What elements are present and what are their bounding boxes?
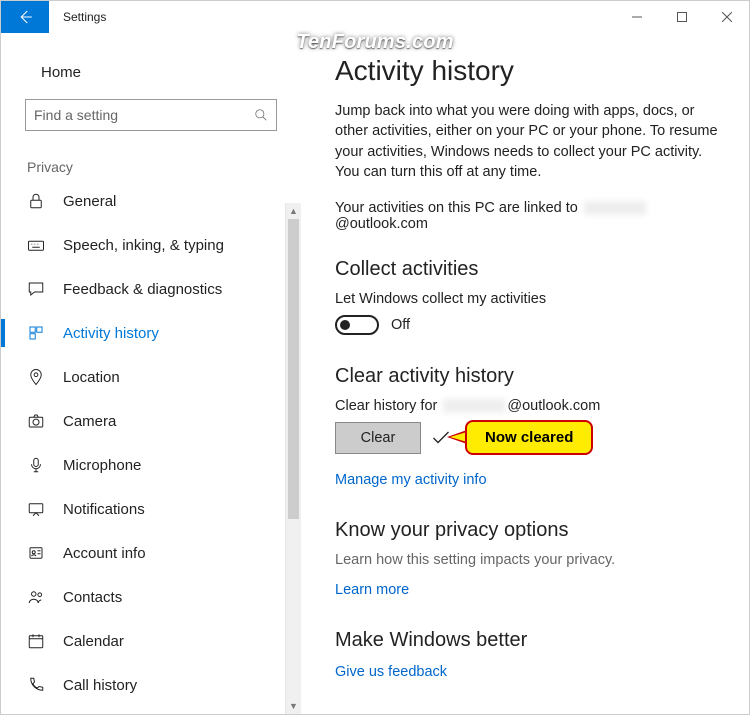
search-input[interactable] — [34, 107, 254, 123]
sidebar-item-notifications[interactable]: Notifications — [21, 487, 301, 531]
notifications-icon — [27, 500, 45, 518]
clear-label: Clear history for @outlook.com — [335, 398, 719, 414]
annotation-text: Now cleared — [465, 420, 593, 455]
phone-icon — [27, 676, 45, 694]
back-button[interactable] — [1, 1, 49, 33]
sidebar-item-call-history[interactable]: Call history — [21, 663, 301, 707]
sidebar: Home Privacy General Speech, inking, & t… — [1, 33, 301, 714]
clear-row: Clear Now cleared — [335, 422, 719, 454]
maximize-button[interactable] — [659, 1, 704, 33]
feedback-icon — [27, 280, 45, 298]
manage-activity-link[interactable]: Manage my activity info — [335, 472, 487, 488]
contacts-icon — [27, 588, 45, 606]
sidebar-item-account-info[interactable]: Account info — [21, 531, 301, 575]
sidebar-item-general[interactable]: General — [21, 179, 301, 223]
sidebar-item-label: Feedback & diagnostics — [63, 281, 222, 298]
sidebar-item-camera[interactable]: Camera — [21, 399, 301, 443]
sidebar-item-speech[interactable]: Speech, inking, & typing — [21, 223, 301, 267]
better-heading: Make Windows better — [335, 629, 719, 652]
redacted-user — [443, 399, 505, 413]
minimize-icon — [632, 12, 642, 22]
sidebar-item-label: Calendar — [63, 633, 124, 650]
know-subtext: Learn how this setting impacts your priv… — [335, 552, 719, 568]
collect-heading: Collect activities — [335, 258, 719, 281]
search-input-wrapper[interactable] — [25, 99, 277, 131]
sidebar-nav: General Speech, inking, & typing Feedbac… — [21, 179, 301, 707]
page-title: Activity history — [335, 55, 719, 87]
scroll-down-icon: ▼ — [286, 698, 301, 714]
camera-icon — [27, 412, 45, 430]
toggle-knob — [340, 320, 350, 330]
window-title: Settings — [49, 1, 106, 33]
toggle-state: Off — [391, 317, 410, 333]
account-icon — [27, 544, 45, 562]
sidebar-item-label: Contacts — [63, 589, 122, 606]
clear-button[interactable]: Clear — [335, 422, 421, 454]
content: Home Privacy General Speech, inking, & t… — [1, 33, 749, 714]
close-icon — [722, 12, 732, 22]
linked-account-text: Your activities on this PC are linked to… — [335, 200, 719, 232]
sidebar-item-label: Activity history — [63, 325, 159, 342]
main-pane: Activity history Jump back into what you… — [301, 33, 749, 714]
microphone-icon — [27, 456, 45, 474]
sidebar-item-feedback[interactable]: Feedback & diagnostics — [21, 267, 301, 311]
arrow-left-icon — [16, 8, 34, 26]
titlebar: Settings — [1, 1, 749, 33]
minimize-button[interactable] — [614, 1, 659, 33]
sidebar-home[interactable]: Home — [21, 53, 301, 91]
sidebar-item-label: Notifications — [63, 501, 145, 518]
activity-icon — [27, 324, 45, 342]
scroll-up-icon: ▲ — [286, 203, 301, 219]
sidebar-item-label: Camera — [63, 413, 116, 430]
sidebar-item-activity-history[interactable]: Activity history — [21, 311, 301, 355]
page-description: Jump back into what you were doing with … — [335, 101, 719, 182]
sidebar-item-label: Call history — [63, 677, 137, 694]
feedback-link[interactable]: Give us feedback — [335, 664, 447, 680]
sidebar-item-location[interactable]: Location — [21, 355, 301, 399]
sidebar-home-label: Home — [41, 64, 81, 81]
sidebar-scrollbar[interactable]: ▲ ▼ — [285, 203, 301, 714]
calendar-icon — [27, 632, 45, 650]
sidebar-item-label: Speech, inking, & typing — [63, 237, 224, 254]
search-icon — [254, 108, 268, 122]
sidebar-item-calendar[interactable]: Calendar — [21, 619, 301, 663]
sidebar-item-label: Location — [63, 369, 120, 386]
maximize-icon — [677, 12, 687, 22]
redacted-user — [584, 201, 646, 215]
clear-heading: Clear activity history — [335, 365, 719, 388]
keyboard-icon — [27, 236, 45, 254]
sidebar-item-label: Microphone — [63, 457, 141, 474]
close-button[interactable] — [704, 1, 749, 33]
sidebar-item-microphone[interactable]: Microphone — [21, 443, 301, 487]
scrollbar-thumb[interactable] — [288, 219, 299, 519]
sidebar-item-contacts[interactable]: Contacts — [21, 575, 301, 619]
lock-icon — [27, 192, 45, 210]
know-heading: Know your privacy options — [335, 519, 719, 542]
toggle-track — [335, 315, 379, 335]
sidebar-group-label: Privacy — [27, 159, 301, 175]
location-icon — [27, 368, 45, 386]
learn-more-link[interactable]: Learn more — [335, 582, 409, 598]
sidebar-item-label: General — [63, 193, 116, 210]
collect-label: Let Windows collect my activities — [335, 291, 719, 307]
collect-toggle[interactable]: Off — [335, 315, 719, 335]
annotation-callout: Now cleared — [465, 420, 593, 455]
sidebar-item-label: Account info — [63, 545, 146, 562]
